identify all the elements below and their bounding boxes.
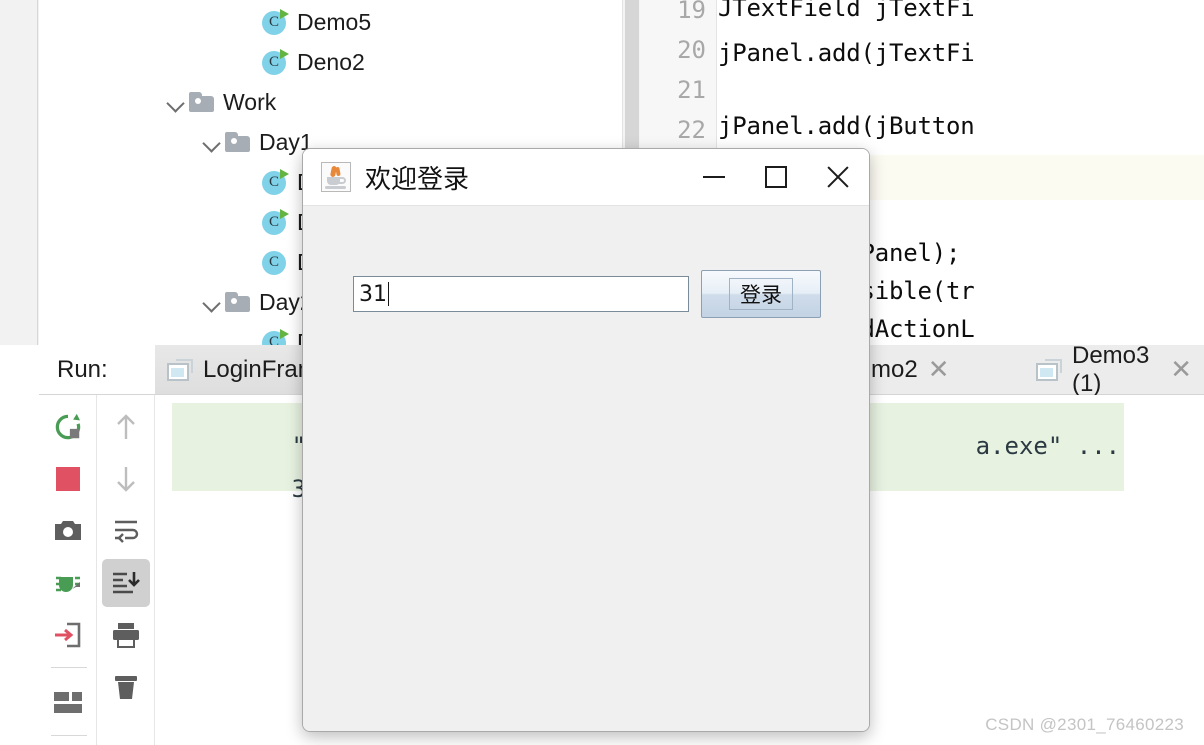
text-caret <box>388 282 389 306</box>
tree-item-work[interactable]: Work <box>163 82 276 122</box>
line-number: 20 <box>677 36 706 64</box>
console-line: a.exe" ... <box>856 403 1125 491</box>
java-app-icon <box>321 162 351 192</box>
export-icon <box>55 622 81 648</box>
java-class-icon: C <box>261 249 288 276</box>
window-icon <box>167 358 193 381</box>
line-number: 19 <box>677 0 706 24</box>
chevron-down-icon[interactable] <box>199 289 225 315</box>
scroll-to-end-button[interactable] <box>102 559 150 607</box>
run-tab-label: LoginFram <box>203 355 318 383</box>
run-tab-label: mo2 <box>871 355 918 383</box>
dialog-title: 欢迎登录 <box>365 164 470 195</box>
maximize-icon <box>765 166 787 188</box>
dialog-title-bar[interactable]: 欢迎登录 <box>303 149 869 206</box>
trash-icon <box>115 676 137 699</box>
toolbar-divider <box>51 735 87 736</box>
java-class-runnable-icon: C <box>261 168 289 196</box>
print-button[interactable] <box>102 611 150 659</box>
dialog-body: 31 登录 <box>303 206 869 731</box>
tree-item-label: Deno2 <box>297 48 365 75</box>
soft-wrap-button[interactable] <box>102 507 150 555</box>
login-dialog[interactable]: 欢迎登录 31 登录 <box>302 148 870 732</box>
folder-icon <box>225 132 250 152</box>
up-arrow-icon <box>117 414 135 439</box>
soft-wrap-icon <box>115 520 139 543</box>
debug-button[interactable] <box>44 559 92 607</box>
run-panel-title: Run: <box>39 345 155 394</box>
screenshot-button[interactable] <box>44 507 92 555</box>
tree-item-label: Work <box>223 88 277 115</box>
close-button[interactable] <box>807 149 869 206</box>
run-tab-demo3[interactable]: Demo3 (1) ✕ <box>1024 342 1204 397</box>
line-number: 21 <box>677 76 706 104</box>
toolbar-divider <box>51 667 87 668</box>
code-line: jPanel.add(jButton <box>718 112 975 140</box>
layout-button[interactable] <box>44 679 92 727</box>
minimize-button[interactable] <box>683 149 745 206</box>
scroll-end-icon <box>113 572 140 594</box>
tree-item-label: Demo5 <box>297 8 372 35</box>
username-input-value: 31 <box>359 281 387 307</box>
print-icon <box>113 623 139 648</box>
run-toolbar-primary <box>39 395 97 745</box>
username-input[interactable]: 31 <box>353 276 689 312</box>
stop-button[interactable] <box>44 455 92 503</box>
code-line: jPanel.add(jTextFi <box>718 39 975 67</box>
chevron-down-icon[interactable] <box>199 129 225 155</box>
chevron-down-icon[interactable] <box>163 89 189 115</box>
run-tab-demo2[interactable]: mo2 ✕ <box>859 345 961 394</box>
clear-all-button[interactable] <box>102 663 150 711</box>
folder-icon <box>189 92 214 112</box>
tree-item-demo5[interactable]: C Demo5 <box>261 2 371 42</box>
next-occurrence-button[interactable] <box>102 455 150 503</box>
run-tab-label: Demo3 (1) <box>1072 341 1150 397</box>
tree-item-day1[interactable]: Day1 <box>199 122 313 162</box>
tree-item-day2[interactable]: Day2 <box>199 282 313 322</box>
watermark: CSDN @2301_76460223 <box>985 715 1184 734</box>
debug-icon <box>56 576 80 592</box>
java-class-runnable-icon: C <box>261 8 289 36</box>
minimize-icon <box>703 176 725 178</box>
window-controls <box>683 149 869 206</box>
line-number: 22 <box>677 116 706 144</box>
window-icon <box>1036 358 1062 381</box>
java-class-runnable-icon: C <box>261 208 289 236</box>
rerun-icon <box>55 413 81 440</box>
run-toolbar-secondary <box>97 395 155 745</box>
maximize-button[interactable] <box>745 149 807 206</box>
login-button[interactable]: 登录 <box>701 270 821 318</box>
login-button-label: 登录 <box>729 278 793 310</box>
close-icon <box>825 164 851 190</box>
console-line: 31 <box>176 447 321 531</box>
layout-icon <box>54 692 82 713</box>
close-icon[interactable]: ✕ <box>928 357 950 383</box>
tree-item-deno2[interactable]: C Deno2 <box>261 42 365 82</box>
down-arrow-icon <box>117 467 135 492</box>
folder-icon <box>225 292 250 312</box>
java-class-runnable-icon: C <box>261 48 289 76</box>
rerun-button[interactable] <box>44 403 92 451</box>
code-line: JTextField jTextFi <box>718 0 975 22</box>
camera-icon <box>55 521 81 540</box>
prev-occurrence-button[interactable] <box>102 403 150 451</box>
stop-icon <box>56 467 80 491</box>
screen: 7: Structure 2: Favorites C Demo5 C Deno… <box>0 0 1204 745</box>
close-icon[interactable]: ✕ <box>1170 357 1192 383</box>
java-class-runnable-icon: C <box>261 328 289 345</box>
export-button[interactable] <box>44 611 92 659</box>
